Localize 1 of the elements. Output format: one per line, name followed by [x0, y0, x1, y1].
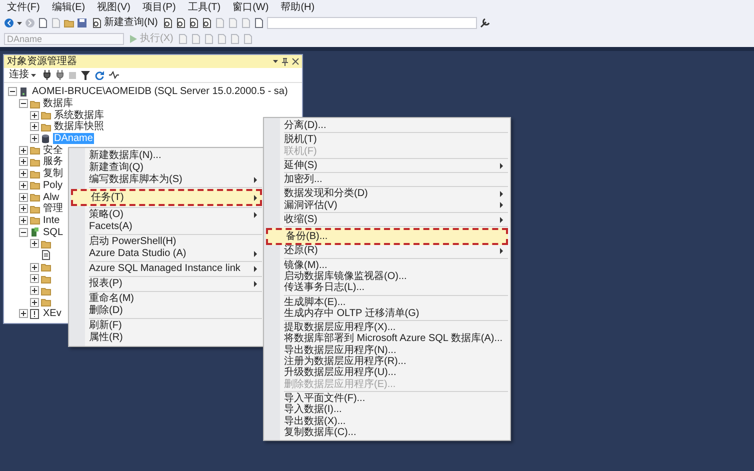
panel-title: 对象资源管理器: [7, 55, 77, 68]
